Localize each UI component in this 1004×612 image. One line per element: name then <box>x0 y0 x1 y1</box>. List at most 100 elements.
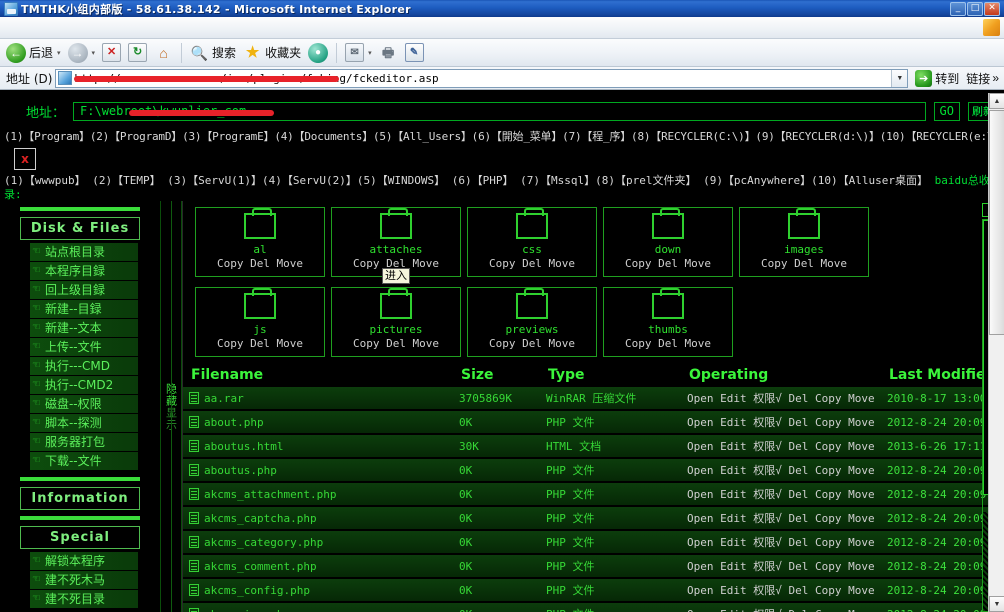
sidebar-item-program-dir[interactable]: ☜ 本程序目録 <box>30 262 138 281</box>
folder-tile[interactable]: js Copy Del Move <box>195 287 325 357</box>
table-row[interactable]: aboutus.php 0K PHP 文件 Open Edit 权限√ Del … <box>183 458 1004 483</box>
folder-name[interactable]: al <box>253 243 266 256</box>
sidebar-item-exec-cmd2[interactable]: ☜ 执行--CMD2 <box>30 376 138 395</box>
table-row[interactable]: akcms_comment.php 0K PHP 文件 Open Edit 权限… <box>183 554 1004 579</box>
filename-text[interactable]: aboutus.php <box>204 464 277 477</box>
folder-tile[interactable]: pictures Copy Del Move <box>331 287 461 357</box>
table-row[interactable]: aa.rar 3705869K WinRAR 压缩文件 Open Edit 权限… <box>183 387 1004 411</box>
folder-tile[interactable]: al Copy Del Move <box>195 207 325 277</box>
filename-text[interactable]: aboutus.html <box>204 440 283 453</box>
sidebar-item-upload-file[interactable]: ☜ 上传--文件 <box>30 338 138 357</box>
menu-bar[interactable] <box>0 17 1004 39</box>
col-header-size[interactable]: Size <box>453 365 540 387</box>
cell-operating[interactable]: Open Edit 权限√ Del Copy Move <box>681 434 881 459</box>
folder-ops[interactable]: Copy Del Move <box>489 257 575 270</box>
filename-text[interactable]: akcms_comment.php <box>204 560 317 573</box>
sidebar-item-exec-cmd[interactable]: ☜ 执行---CMD <box>30 357 138 376</box>
chevron-down-icon[interactable]: ▼ <box>891 69 908 87</box>
sidebar-item-download-file[interactable]: ☜ 下载--文件 <box>30 452 138 471</box>
sidebar-item-site-root[interactable]: ☜ 站点根目录 <box>30 243 138 262</box>
folder-name[interactable]: images <box>784 243 824 256</box>
folder-tile[interactable]: previews Copy Del Move <box>467 287 597 357</box>
folder-name[interactable]: pictures <box>370 323 423 336</box>
favorites-button[interactable]: ★ 收藏夹 <box>240 41 304 65</box>
folder-name[interactable]: js <box>253 323 266 336</box>
table-row[interactable]: akcms_attachment.php 0K PHP 文件 Open Edit… <box>183 482 1004 507</box>
folder-ops[interactable]: Copy Del Move <box>761 257 847 270</box>
col-header-type[interactable]: Type <box>540 365 681 387</box>
folder-name[interactable]: thumbs <box>648 323 688 336</box>
sidebar-item-parent-dir[interactable]: ☜ 回上级目録 <box>30 281 138 300</box>
folder-ops[interactable]: Copy Del Move <box>353 337 439 350</box>
sidebar-item-script-probe[interactable]: ☜ 脚本--探测 <box>30 414 138 433</box>
folder-name[interactable]: down <box>655 243 682 256</box>
links-button[interactable]: 链接 » <box>966 70 1002 87</box>
filename-text[interactable]: akcms_category.php <box>204 536 323 549</box>
media-button[interactable]: ● <box>305 41 331 65</box>
dir-shortcuts-row-2[interactable]: (1)【wwwpub】 (2)【TEMP】 (3)【ServU(1)】(4)【S… <box>0 172 1004 202</box>
cell-operating[interactable]: Open Edit 权限√ Del Copy Move <box>681 530 881 555</box>
table-row[interactable]: akcms_captcha.php 0K PHP 文件 Open Edit 权限… <box>183 506 1004 531</box>
cell-operating[interactable]: Open Edit 权限√ Del Copy Move <box>681 410 881 435</box>
sidebar-item-server-pack[interactable]: ☜ 服务器打包 <box>30 433 138 452</box>
folder-ops[interactable]: Copy Del Move <box>489 337 575 350</box>
filename-text[interactable]: aa.rar <box>204 392 244 405</box>
col-header-filename[interactable]: Filename <box>183 365 453 387</box>
home-button[interactable]: ⌂ <box>151 41 176 65</box>
sidebar-toggle-strip[interactable]: 隐藏 显示 <box>160 201 182 612</box>
forward-dropdown-caret-icon[interactable]: ▾ <box>92 49 96 57</box>
folder-ops[interactable]: Copy Del Move <box>217 257 303 270</box>
filename-text[interactable]: akcms_config.php <box>204 584 310 597</box>
filename-text[interactable]: akcms_captcha.php <box>204 512 317 525</box>
filename-text[interactable]: akcms_attachment.php <box>204 488 336 501</box>
sidebar-item-undead-dir[interactable]: ☜ 建不死目录 <box>30 590 138 609</box>
filename-text[interactable]: akcms_inc.php <box>204 608 290 612</box>
table-row[interactable]: about.php 0K PHP 文件 Open Edit 权限√ Del Co… <box>183 410 1004 435</box>
go-button[interactable]: ➔ 转到 <box>911 69 963 87</box>
filename-text[interactable]: about.php <box>204 416 264 429</box>
table-row[interactable]: akcms_inc.php 0K PHP 文件 Open Edit 权限√ De… <box>183 602 1004 612</box>
close-button[interactable]: ✕ <box>984 1 1000 16</box>
scroll-up-button[interactable]: ▲ <box>989 93 1004 109</box>
minimize-button[interactable]: _ <box>950 1 966 16</box>
cell-operating[interactable]: Open Edit 权限√ Del Copy Move <box>681 554 881 579</box>
sidebar-item-new-text[interactable]: ☜ 新建--文本 <box>30 319 138 338</box>
table-row[interactable]: akcms_config.php 0K PHP 文件 Open Edit 权限√… <box>183 578 1004 603</box>
folder-tile[interactable]: attaches Copy Del Move <box>331 207 461 277</box>
folder-tile[interactable]: css Copy Del Move <box>467 207 597 277</box>
sidebar-item-undead-trojan[interactable]: ☜ 建不死木马 <box>30 571 138 590</box>
cell-operating[interactable]: Open Edit 权限√ Del Copy Move <box>681 602 881 612</box>
mail-dropdown-caret-icon[interactable]: ▾ <box>368 49 372 57</box>
sidebar-item-new-dir[interactable]: ☜ 新建--目録 <box>30 300 138 319</box>
sidebar-item-disk-permission[interactable]: ☜ 磁盘--权限 <box>30 395 138 414</box>
browser-scrollbar[interactable]: ▲ ▼ <box>988 93 1004 612</box>
address-input[interactable]: http://www.xxxxxxx.com/inc/plugins/fckin… <box>55 68 909 88</box>
search-button[interactable]: 🔍 搜索 <box>187 41 239 65</box>
stop-button[interactable]: ✕ <box>99 41 124 65</box>
folder-tile[interactable]: down Copy Del Move <box>603 207 733 277</box>
folder-ops[interactable]: Copy Del Move <box>217 337 303 350</box>
back-dropdown-caret-icon[interactable]: ▾ <box>57 49 61 57</box>
refresh-button[interactable]: ↻ <box>125 41 150 65</box>
folder-ops[interactable]: Copy Del Move <box>625 337 711 350</box>
cell-operating[interactable]: Open Edit 权限√ Del Copy Move <box>681 387 881 411</box>
back-button[interactable]: ← 后退 ▾ <box>3 41 64 65</box>
shell-path-input[interactable]: F:\webroot\kwunlier_com <box>73 101 926 121</box>
sidebar-item-unlock-program[interactable]: ☜ 解锁本程序 <box>30 552 138 571</box>
maximize-button[interactable]: □ <box>967 1 983 16</box>
cell-operating[interactable]: Open Edit 权限√ Del Copy Move <box>681 506 881 531</box>
scroll-down-button[interactable]: ▼ <box>989 596 1004 612</box>
forward-button[interactable]: → ▾ <box>65 41 99 65</box>
browser-scroll-thumb[interactable] <box>989 110 1004 335</box>
shell-go-button[interactable]: GO <box>933 101 960 121</box>
dir-shortcuts-row-1[interactable]: (1)【Program】(2)【ProgramD】(3)【ProgramE】(4… <box>0 125 1004 144</box>
cell-operating[interactable]: Open Edit 权限√ Del Copy Move <box>681 578 881 603</box>
edit-button[interactable]: ✎ <box>402 41 427 65</box>
folder-tile[interactable]: images Copy Del Move <box>739 207 869 277</box>
close-panel-button[interactable]: x <box>14 148 36 170</box>
folder-name[interactable]: attaches <box>370 243 423 256</box>
folder-name[interactable]: css <box>522 243 542 256</box>
folder-tile[interactable]: thumbs Copy Del Move <box>603 287 733 357</box>
folder-ops[interactable]: Copy Del Move <box>625 257 711 270</box>
print-button[interactable]: 🖶 <box>376 41 401 65</box>
